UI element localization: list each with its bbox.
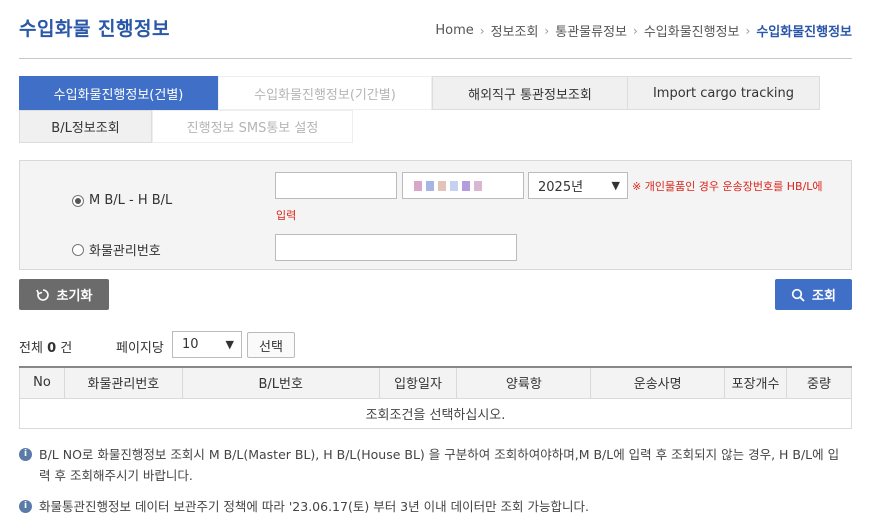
tab-sms-notification[interactable]: 진행정보 SMS통보 설정: [152, 110, 353, 143]
tab-overseas-direct-purchase[interactable]: 해외직구 통관정보조회: [432, 76, 628, 110]
breadcrumb-info-query[interactable]: 정보조회: [491, 21, 539, 40]
empty-message: 조회조건을 선택하십시오.: [19, 397, 852, 429]
title-divider: [19, 58, 852, 59]
search-button[interactable]: 조회: [775, 279, 852, 310]
total-suffix: 건: [60, 341, 73, 356]
year-select-value: 2025년: [538, 180, 584, 195]
radio-selected-icon: [72, 194, 84, 207]
breadcrumb: Home › 정보조회 › 통관물류정보 › 수입화물진행정보 › 수입화물진행…: [435, 21, 852, 40]
mbl-input[interactable]: [275, 172, 397, 199]
tab-bl-info[interactable]: B/L정보조회: [19, 110, 152, 143]
chevron-down-icon: ▼: [225, 338, 234, 351]
search-button-label: 조회: [812, 289, 836, 304]
chevron-down-icon: ▼: [611, 179, 620, 192]
info-note-bl-text: B/L NO로 화물진행정보 조회시 M B/L(Master BL), H B…: [39, 447, 840, 483]
search-icon: [791, 288, 805, 302]
radio-cargo-no[interactable]: 화물관리번호: [72, 240, 161, 259]
hbl-notice: ※ 개인물품인 경우 운송장번호를 HB/L에: [632, 180, 823, 193]
col-arrival-date[interactable]: 입항일자: [378, 366, 458, 399]
result-summary: 전체 0 건: [19, 337, 72, 356]
total-prefix: 전체: [19, 341, 43, 356]
radio-unselected-icon: [72, 243, 84, 256]
col-weight[interactable]: 중량: [786, 366, 852, 399]
breadcrumb-current: 수입화물진행정보: [756, 25, 852, 40]
col-package-count[interactable]: 포장개수: [724, 366, 788, 399]
year-select[interactable]: 2025년 ▼: [528, 172, 628, 199]
tab-import-progress-period[interactable]: 수입화물진행정보(기간별): [218, 76, 432, 110]
info-icon: i: [19, 448, 32, 461]
radio-mbl-hbl[interactable]: M B/L - H B/L: [72, 193, 172, 208]
chevron-right-icon: ›: [479, 23, 485, 38]
info-note-retention: i 화물통관진행정보 데이터 보관주기 정책에 따라 '23.06.17(토) …: [19, 496, 844, 517]
info-note-bl: i B/L NO로 화물진행정보 조회시 M B/L(Master BL), H…: [19, 444, 844, 486]
tab-import-progress-single[interactable]: 수입화물진행정보(건별): [19, 76, 218, 110]
refresh-icon: [35, 288, 50, 302]
radio-mbl-hbl-label: M B/L - H B/L: [89, 193, 173, 208]
info-note-retention-text: 화물통관진행정보 데이터 보관주기 정책에 따라 '23.06.17(토) 부터…: [39, 499, 589, 514]
per-page-select[interactable]: 10 ▼: [172, 331, 242, 358]
redacted-text: [414, 181, 494, 191]
results-table: No 화물관리번호 B/L번호 입항일자 양륙항 운송사명 포장개수 중량 조회…: [19, 366, 852, 429]
cargo-no-input[interactable]: [275, 234, 517, 261]
col-discharge-port[interactable]: 양륙항: [456, 366, 592, 399]
table-header-row: No 화물관리번호 B/L번호 입항일자 양륙항 운송사명 포장개수 중량: [19, 366, 852, 399]
breadcrumb-home[interactable]: Home: [435, 23, 473, 38]
col-cargo-no[interactable]: 화물관리번호: [63, 366, 183, 399]
info-icon: i: [19, 500, 32, 513]
radio-cargo-no-label: 화물관리번호: [89, 244, 161, 259]
col-bl-no[interactable]: B/L번호: [181, 366, 380, 399]
per-page-label: 페이지당: [116, 341, 164, 356]
breadcrumb-import-progress[interactable]: 수입화물진행정보: [644, 21, 740, 40]
page-title: 수입화물 진행정보: [19, 18, 170, 40]
per-page-value: 10: [182, 337, 199, 352]
col-carrier[interactable]: 운송사명: [590, 366, 726, 399]
chevron-right-icon: ›: [544, 23, 550, 38]
reset-button-label: 초기화: [56, 289, 93, 304]
reset-button[interactable]: 초기화: [19, 279, 109, 310]
chevron-right-icon: ›: [633, 23, 638, 38]
table-row: 조회조건을 선택하십시오.: [19, 397, 852, 429]
hbl-notice-cont: 입력: [276, 209, 297, 222]
breadcrumb-customs-logistics[interactable]: 통관물류정보: [555, 21, 627, 40]
select-button[interactable]: 선택: [247, 332, 295, 358]
hbl-input[interactable]: [402, 172, 524, 199]
tab-import-cargo-tracking[interactable]: Import cargo tracking: [627, 76, 820, 110]
col-no[interactable]: No: [19, 366, 65, 399]
chevron-right-icon: ›: [745, 23, 751, 38]
total-count: 0: [47, 341, 57, 356]
